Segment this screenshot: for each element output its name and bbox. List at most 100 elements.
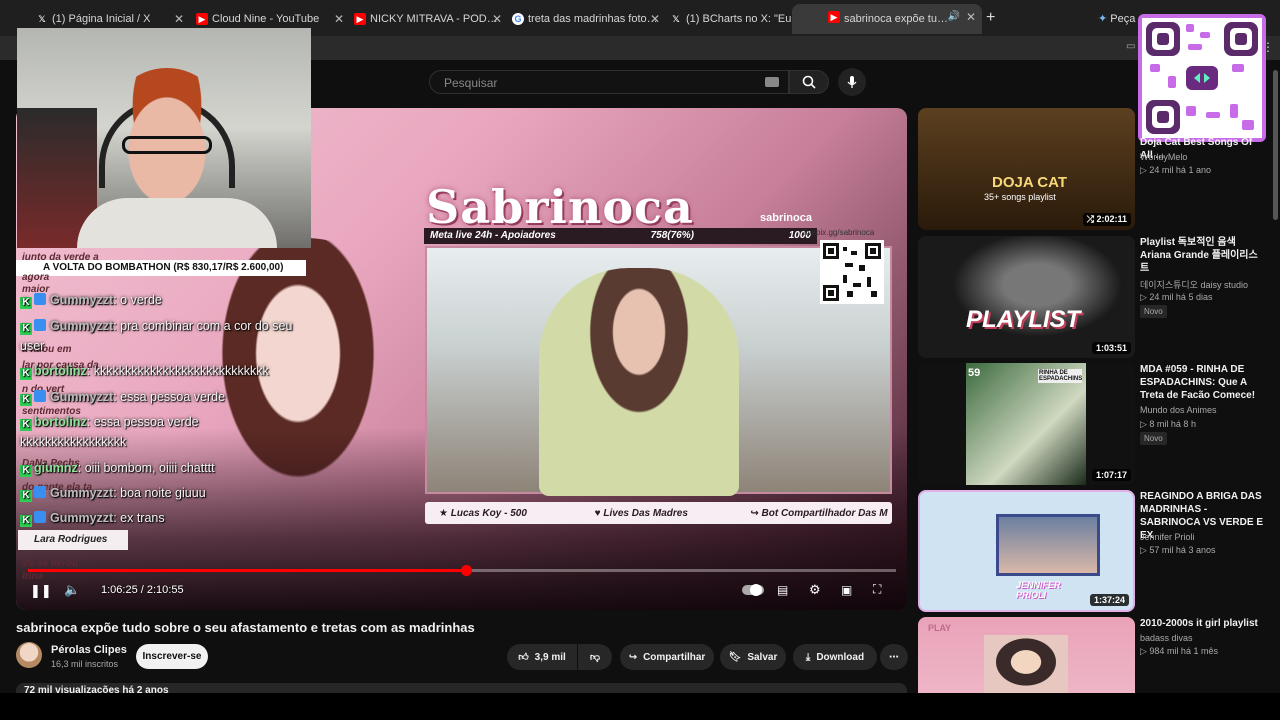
close-tab-icon[interactable]: ✕ — [966, 10, 976, 24]
channel-name[interactable]: Mundo dos Animes — [1140, 405, 1217, 415]
x-icon: 𝕏 — [38, 13, 46, 24]
youtube-icon: ▶ — [828, 11, 840, 23]
video-thumbnail[interactable]: JENNIFER PRIOLI 1:37:24 — [918, 490, 1135, 612]
taskbar — [0, 693, 1280, 720]
dislike-button[interactable]: 👎︎ — [578, 644, 612, 670]
share-label: Compartilhar — [643, 651, 706, 663]
save-label: Salvar — [747, 651, 778, 663]
kick-badge-icon: K — [20, 515, 32, 527]
search-icon — [802, 75, 816, 89]
recommended-video[interactable]: PLAY 2010-2000s it girl playlist badass … — [918, 617, 1268, 693]
share-button[interactable]: ↪ Compartilhar — [620, 644, 714, 670]
chat-username: Gummyzzt — [50, 319, 114, 333]
recommended-video[interactable]: DOJA CAT 35+ songs playlist ⤮ 2:02:11 Do… — [918, 108, 1268, 230]
lara-label: Lara Rodrigues — [18, 530, 128, 550]
kick-badge-icon: K — [20, 297, 32, 309]
tab-title: (1) Página Inicial / X — [52, 13, 151, 25]
video-duration: 1:07:17 — [1091, 469, 1131, 481]
subscribe-button[interactable]: Inscrever-se — [136, 644, 208, 669]
chat-message: K Gummyzzt: o verde — [20, 293, 162, 309]
verified-badge-icon — [34, 486, 46, 498]
glasses — [122, 136, 212, 154]
goal-value: 758(76%) — [650, 230, 694, 241]
save-button[interactable]: 🔖︎ Salvar — [720, 644, 786, 670]
streamer-figure — [539, 268, 739, 496]
video-thumbnail[interactable]: 59 RINHA DE ESPADACHINS 1:07:17 — [918, 363, 1135, 485]
channel-name[interactable]: badass divas — [1140, 633, 1193, 643]
thumbs-down-icon: 👎︎ — [589, 652, 601, 663]
channel-name[interactable]: WorldyMelo — [1140, 152, 1187, 162]
reactor-webcam — [17, 28, 311, 248]
video-title[interactable]: Playlist 독보적인 음색 Ariana Grande 플레이리스트 — [1140, 236, 1265, 275]
sidebar-scrollbar[interactable] — [1273, 70, 1278, 220]
chat-text: : pra combinar com a cor do seu — [113, 319, 293, 333]
video-title: sabrinoca expõe tudo sobre o seu afastam… — [16, 620, 475, 635]
subtitles-icon: ▤ — [777, 583, 789, 597]
volume-button[interactable]: 🔈 — [64, 582, 80, 598]
more-actions-button[interactable]: ⋯ — [880, 644, 908, 670]
chat-text: kkkkkkkkkkkkkkkkk — [20, 435, 127, 449]
fullscreen-button[interactable]: ⛶ — [873, 582, 881, 597]
video-meta: ▷ 57 mil há 3 anos — [1140, 545, 1216, 555]
autoplay-icon — [742, 584, 764, 596]
recommended-video[interactable]: PLAYLIST 1:03:51 Playlist 독보적인 음색 Ariana… — [918, 236, 1268, 358]
download-label: Download — [816, 651, 865, 663]
channel-name[interactable]: Jennifer Prioli — [1140, 532, 1195, 542]
footer-item: ♥ Lives Das Madres — [594, 507, 688, 519]
kick-badge-icon: K — [20, 465, 32, 477]
bookmark-icon: 🔖︎ — [728, 651, 742, 663]
thumbnail-title: DOJA CAT — [992, 174, 1067, 191]
voice-search-button[interactable] — [838, 68, 866, 96]
video-meta: ▷ 984 mil há 1 mês — [1140, 646, 1218, 656]
keyboard-icon[interactable] — [765, 77, 779, 87]
miniplayer-button[interactable]: ▣ — [841, 583, 852, 597]
pause-icon: ❚❚ — [30, 583, 52, 598]
channel-name[interactable]: Pérolas Clipes — [51, 644, 127, 656]
recommended-video[interactable]: JENNIFER PRIOLI 1:37:24 REAGINDO A BRIGA… — [918, 490, 1268, 612]
chat-text: : essa pessoa verde — [113, 390, 226, 404]
pause-button[interactable]: ❚❚ — [30, 583, 52, 599]
thumbnail-photo — [984, 635, 1068, 693]
chat-username: giumnz — [34, 461, 78, 475]
recommended-video[interactable]: 59 RINHA DE ESPADACHINS 1:07:17 MDA #059… — [918, 363, 1268, 485]
video-thumbnail[interactable]: PLAY — [918, 617, 1135, 693]
kick-badge-icon: K — [20, 368, 32, 380]
video-title[interactable]: MDA #059 - RINHA DE ESPADACHINS: Que A T… — [1140, 363, 1265, 402]
chat-message: K Gummyzzt: ex trans — [20, 511, 165, 527]
thumbnail-title: JENNIFER PRIOLI — [1016, 580, 1061, 600]
video-meta: ▷ 24 mil há 1 ano — [1140, 165, 1211, 175]
video-title[interactable]: 2010-2000s it girl playlist — [1140, 617, 1265, 630]
stream-brand-title: Sabrinoca — [426, 180, 694, 234]
channel-name[interactable]: 데이지스튜디오 daisy studio — [1140, 278, 1248, 291]
chat-message: Kbortolinz: kkkkkkkkkkkkkkkkkkkkkkkkkkkk — [20, 364, 269, 380]
cast-icon[interactable]: ▭ — [1126, 41, 1135, 52]
progress-scrubber[interactable] — [461, 565, 472, 576]
search-input[interactable]: Pesquisar — [429, 70, 789, 94]
qr-pattern — [823, 243, 881, 301]
kick-badge-icon: K — [20, 419, 32, 431]
video-thumbnail[interactable]: PLAYLIST 1:03:51 — [918, 236, 1135, 358]
verified-badge-icon — [34, 319, 46, 331]
bombathon-banner: A VOLTA DO BOMBATHON (R$ 830,17/R$ 2.600… — [16, 260, 306, 276]
chat-username: Gummyzzt — [50, 511, 114, 525]
chat-username: bortolinz — [34, 364, 87, 378]
subtitles-button[interactable]: ▤ — [777, 583, 788, 597]
new-badge: Novo — [1140, 305, 1167, 318]
stream-footer-strip: ★ Lucas Koy - 500 ♥ Lives Das Madres ↪ B… — [425, 502, 892, 524]
speaker-icon[interactable]: 🔊 — [948, 11, 960, 22]
browser-tab-active[interactable]: ▶ sabrinoca expõe tudo sobre 🔊 ✕ — [792, 4, 982, 34]
video-thumbnail[interactable]: DOJA CAT 35+ songs playlist ⤮ 2:02:11 — [918, 108, 1135, 230]
chat-message: K Gummyzzt: pra combinar com a cor do seu — [20, 319, 292, 335]
autoplay-toggle[interactable] — [742, 584, 764, 598]
youtube-icon: ▶ — [196, 13, 208, 25]
like-button[interactable]: 👍︎ 3,9 mil — [507, 644, 577, 670]
download-button[interactable]: ⤓ Download — [793, 644, 877, 670]
new-tab-button[interactable]: + — [986, 9, 995, 27]
microphone-icon — [847, 76, 857, 88]
avatar[interactable] — [16, 642, 42, 668]
search-button[interactable] — [789, 70, 829, 94]
thumbnail-title: RINHA DE ESPADACHINS — [1038, 369, 1083, 383]
video-duration: 1:37:24 — [1089, 594, 1129, 606]
settings-button[interactable]: ⚙ — [809, 582, 821, 598]
verified-badge-icon — [34, 511, 46, 523]
